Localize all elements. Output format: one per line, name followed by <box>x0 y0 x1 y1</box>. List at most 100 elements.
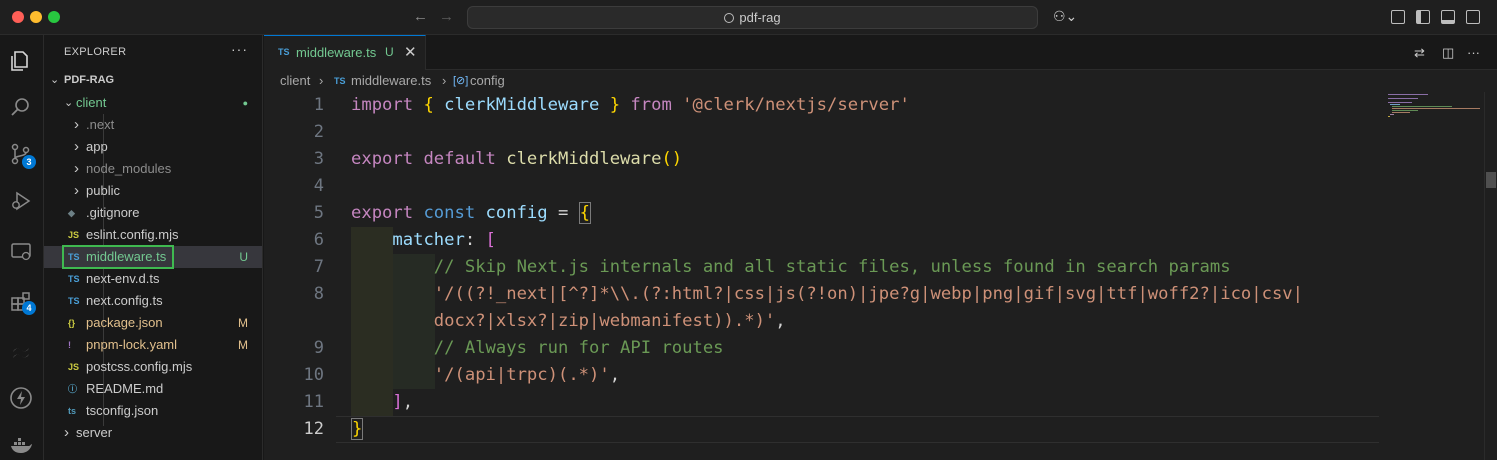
tree-item[interactable]: › server <box>44 422 262 444</box>
source-control-badge: 3 <box>22 155 36 169</box>
zoom-window-button[interactable] <box>48 11 60 23</box>
copilot-icon[interactable]: ⚇⌄ <box>1053 8 1077 25</box>
search-icon[interactable] <box>0 87 44 127</box>
tree-item[interactable]: ⌄ client ● <box>44 92 262 114</box>
code-line[interactable]: 10 '/(api|trpc)(.*)', <box>264 362 1379 389</box>
tab-middleware-ts[interactable]: TS middleware.ts U ✕ <box>264 35 426 70</box>
code-line[interactable]: docx?|xlsx?|zip|webmanifest)).*)', <box>264 308 1379 335</box>
line-number: 6 <box>313 230 324 250</box>
toggle-primary-sidebar-icon[interactable] <box>1416 10 1430 24</box>
close-tab-icon[interactable]: ✕ <box>404 43 417 61</box>
command-center-search[interactable]: pdf-rag <box>467 6 1038 29</box>
code-line[interactable]: 3 export default clerkMiddleware() <box>264 146 1379 173</box>
tree-item-label: server <box>76 425 113 440</box>
code-line[interactable]: 4 <box>264 173 1379 200</box>
line-number: 12 <box>303 419 324 439</box>
tree-item[interactable]: › public <box>44 180 262 202</box>
code-token: // Always run for API routes <box>433 338 724 358</box>
tree-item[interactable]: ! pnpm-lock.yaml M <box>44 334 262 356</box>
chevron-right-icon: › <box>442 73 447 88</box>
tree-item[interactable]: ⓘ README.md <box>44 378 262 400</box>
title-bar: ← → pdf-rag ⚇⌄ <box>0 0 1497 35</box>
code-token: , <box>609 365 621 385</box>
close-window-button[interactable] <box>12 11 24 23</box>
tree-item[interactable]: TS next-env.d.ts <box>44 268 262 290</box>
code-line[interactable]: 9 // Always run for API routes <box>264 335 1379 362</box>
code-text: ], <box>351 389 413 416</box>
code-line[interactable]: 8 '/((?!_next|[^?]*\\.(?:html?|css|js(?!… <box>264 281 1379 308</box>
code-token: matcher <box>392 230 465 250</box>
docker-icon[interactable] <box>0 425 44 460</box>
code-line[interactable]: 7 // Skip Next.js internals and all stat… <box>264 254 1379 281</box>
code-text: import { clerkMiddleware } from '@clerk/… <box>351 92 910 119</box>
tree-item[interactable]: TS next.config.ts <box>44 290 262 312</box>
file-type-icon: JS <box>68 362 80 372</box>
scrollbar-thumb[interactable] <box>1486 172 1496 188</box>
code-token: } <box>599 95 621 115</box>
run-debug-icon[interactable] <box>0 181 44 221</box>
compare-changes-icon[interactable]: ⇄ <box>1414 45 1425 61</box>
back-arrow-icon[interactable]: ← <box>413 8 428 25</box>
code-token: const <box>423 203 486 223</box>
toggle-panel-icon[interactable] <box>1441 10 1455 24</box>
window-title: pdf-rag <box>739 10 781 25</box>
explorer-icon[interactable] <box>0 41 44 81</box>
line-number: 9 <box>313 338 324 358</box>
code-token: = <box>557 203 579 223</box>
code-line[interactable]: 2 <box>264 119 1379 146</box>
workspace-root[interactable]: ⌄ PDF-RAG <box>44 69 262 91</box>
minimize-window-button[interactable] <box>30 11 42 23</box>
more-editor-actions-icon[interactable]: ··· <box>1467 45 1480 60</box>
line-number: 4 <box>313 176 324 196</box>
code-token: from <box>620 95 683 115</box>
split-editor-icon[interactable]: ◫ <box>1442 45 1454 61</box>
tree-item[interactable]: TS middleware.ts U <box>44 245 262 269</box>
code-line[interactable]: 12} <box>264 416 1379 443</box>
code-token: export <box>351 203 424 223</box>
toggle-secondary-sidebar-icon[interactable] <box>1466 10 1480 24</box>
code-text: export default clerkMiddleware() <box>351 146 682 173</box>
code-line[interactable]: 1 import { clerkMiddleware } from '@clerk… <box>264 92 1379 119</box>
extensions-badge: 4 <box>22 301 36 315</box>
code-line[interactable]: 5 export const config = { <box>264 200 1379 227</box>
tree-item[interactable]: JS postcss.config.mjs <box>44 356 262 378</box>
tree-item[interactable]: › app <box>44 136 262 158</box>
lightning-icon[interactable] <box>0 378 44 418</box>
tailwind-icon[interactable] <box>0 333 44 373</box>
tree-item-label: eslint.config.mjs <box>86 227 179 242</box>
remote-explorer-icon[interactable] <box>0 232 44 272</box>
vertical-scrollbar[interactable] <box>1484 92 1497 460</box>
minimap[interactable] <box>1388 92 1484 460</box>
tree-item-label: middleware.ts <box>61 245 175 269</box>
code-editor[interactable]: 1 import { clerkMiddleware } from '@clerk… <box>264 92 1497 460</box>
breadcrumb-file[interactable]: middleware.ts <box>351 73 431 88</box>
breadcrumb-symbol[interactable]: config <box>470 73 505 88</box>
tree-item[interactable]: › node_modules <box>44 158 262 180</box>
code-token: ] <box>392 392 403 412</box>
code-line[interactable]: 11 ], <box>264 389 1379 416</box>
tree-item[interactable]: {} package.json M <box>44 312 262 334</box>
workspace-root-label: PDF-RAG <box>64 74 115 86</box>
extensions-icon[interactable]: 4 <box>0 282 44 322</box>
code-text: } <box>351 416 364 443</box>
source-control-icon[interactable]: 3 <box>0 134 44 174</box>
breadcrumb-folder[interactable]: client <box>280 73 310 88</box>
forward-arrow-icon[interactable]: → <box>439 8 454 25</box>
tree-item[interactable]: JS eslint.config.mjs <box>44 224 262 246</box>
tree-item[interactable]: › .next <box>44 114 262 136</box>
editor-tabs: TS middleware.ts U ✕ ⇄ ◫ ··· <box>264 35 1497 70</box>
code-token: , <box>775 311 786 331</box>
file-type-icon: ◆ <box>68 208 75 218</box>
code-line[interactable]: 6 matcher: [ <box>264 227 1379 254</box>
code-text: '/((?!_next|[^?]*\\.(?:html?|css|js(?!on… <box>351 281 1303 308</box>
code-token: { <box>578 202 592 224</box>
code-text: matcher: [ <box>351 227 496 254</box>
tree-item[interactable]: ◆ .gitignore <box>44 202 262 224</box>
customize-layout-icon[interactable] <box>1391 10 1405 24</box>
explorer-title: EXPLORER <box>64 46 127 58</box>
line-number: 10 <box>303 365 324 385</box>
more-actions-icon[interactable]: ··· <box>231 41 248 57</box>
tree-item[interactable]: ts tsconfig.json <box>44 400 262 422</box>
